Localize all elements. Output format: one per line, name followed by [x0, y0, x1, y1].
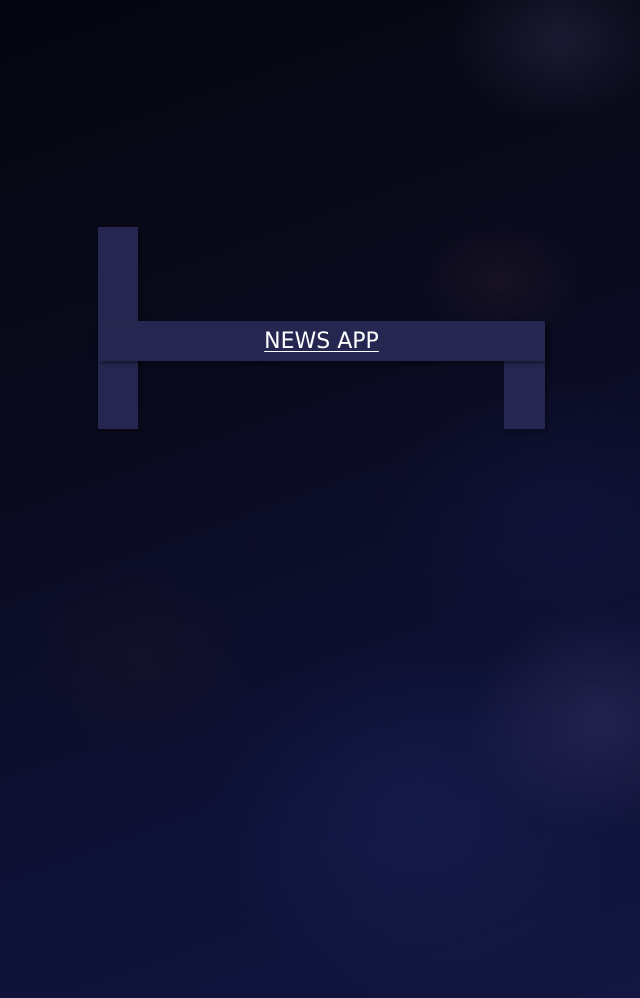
app-title-link[interactable]: NEWS APP	[98, 321, 545, 361]
background-image	[0, 0, 640, 998]
